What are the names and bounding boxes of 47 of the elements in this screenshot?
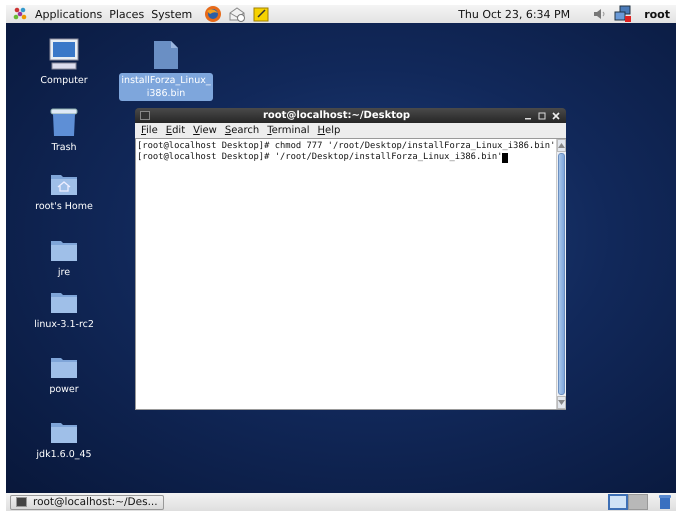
- taskbar-button[interactable]: root@localhost:~/Des...: [10, 494, 164, 510]
- notepad-icon[interactable]: [252, 5, 270, 23]
- scrollbar[interactable]: [556, 139, 566, 409]
- text-cursor: [502, 152, 508, 162]
- home-folder-icon: [50, 172, 78, 196]
- menu-item[interactable]: Edit: [166, 125, 186, 136]
- folder-icon: [50, 355, 78, 379]
- paw-icon[interactable]: [12, 6, 28, 22]
- trash-icon[interactable]: [658, 494, 672, 510]
- globe-icon[interactable]: [204, 5, 222, 23]
- terminal-icon: [16, 497, 27, 507]
- window-title: root@localhost:~/Desktop: [262, 110, 412, 121]
- trash-icon: [50, 107, 78, 137]
- file-icon: [153, 40, 179, 70]
- terminal-line: [root@localhost Desktop]# chmod 777 '/root/Desktop/installForza_Linux_i386.bin': [137, 141, 556, 152]
- terminal-icon: [140, 111, 150, 120]
- folder-icon: [50, 420, 78, 444]
- scroll-up-button[interactable]: [557, 139, 566, 152]
- workspace-switcher[interactable]: [608, 494, 628, 510]
- user-name[interactable]: root: [644, 8, 670, 20]
- icon-label[interactable]: jre: [56, 265, 72, 280]
- icon-label[interactable]: Computer: [38, 73, 90, 88]
- icon-label[interactable]: jdk1.6.0_45: [34, 447, 94, 462]
- envelope-icon[interactable]: [228, 5, 246, 23]
- computer-icon: [48, 38, 80, 70]
- terminal-line: [root@localhost Desktop]# '/root/Desktop/installForza_Linux_i386.bin': [137, 152, 502, 163]
- folder-icon: [50, 238, 78, 262]
- menu-item[interactable]: Terminal: [267, 125, 310, 136]
- icon-label[interactable]: linux-3.1-rc2: [32, 317, 96, 332]
- icon-label[interactable]: power: [47, 382, 81, 397]
- panel-menu[interactable]: Places: [109, 8, 144, 20]
- folder-icon: [50, 290, 78, 314]
- clock[interactable]: Thu Oct 23, 6:34 PM: [458, 8, 570, 20]
- menu-item[interactable]: View: [193, 125, 217, 136]
- network-icon[interactable]: [614, 5, 632, 23]
- workspace-switcher[interactable]: [628, 494, 648, 510]
- scroll-down-button[interactable]: [557, 396, 566, 409]
- icon-label[interactable]: root's Home: [33, 199, 95, 214]
- menu-item[interactable]: Help: [318, 125, 340, 136]
- icon-label[interactable]: Trash: [49, 140, 79, 155]
- maximize-icon[interactable]: [537, 112, 547, 120]
- scroll-thumb[interactable]: [558, 153, 566, 395]
- menu-item[interactable]: Search: [224, 125, 260, 136]
- menu-item[interactable]: File: [141, 125, 158, 136]
- close-icon[interactable]: [551, 112, 561, 120]
- panel-menu[interactable]: System: [151, 8, 192, 20]
- panel-menu[interactable]: Applications: [35, 8, 102, 20]
